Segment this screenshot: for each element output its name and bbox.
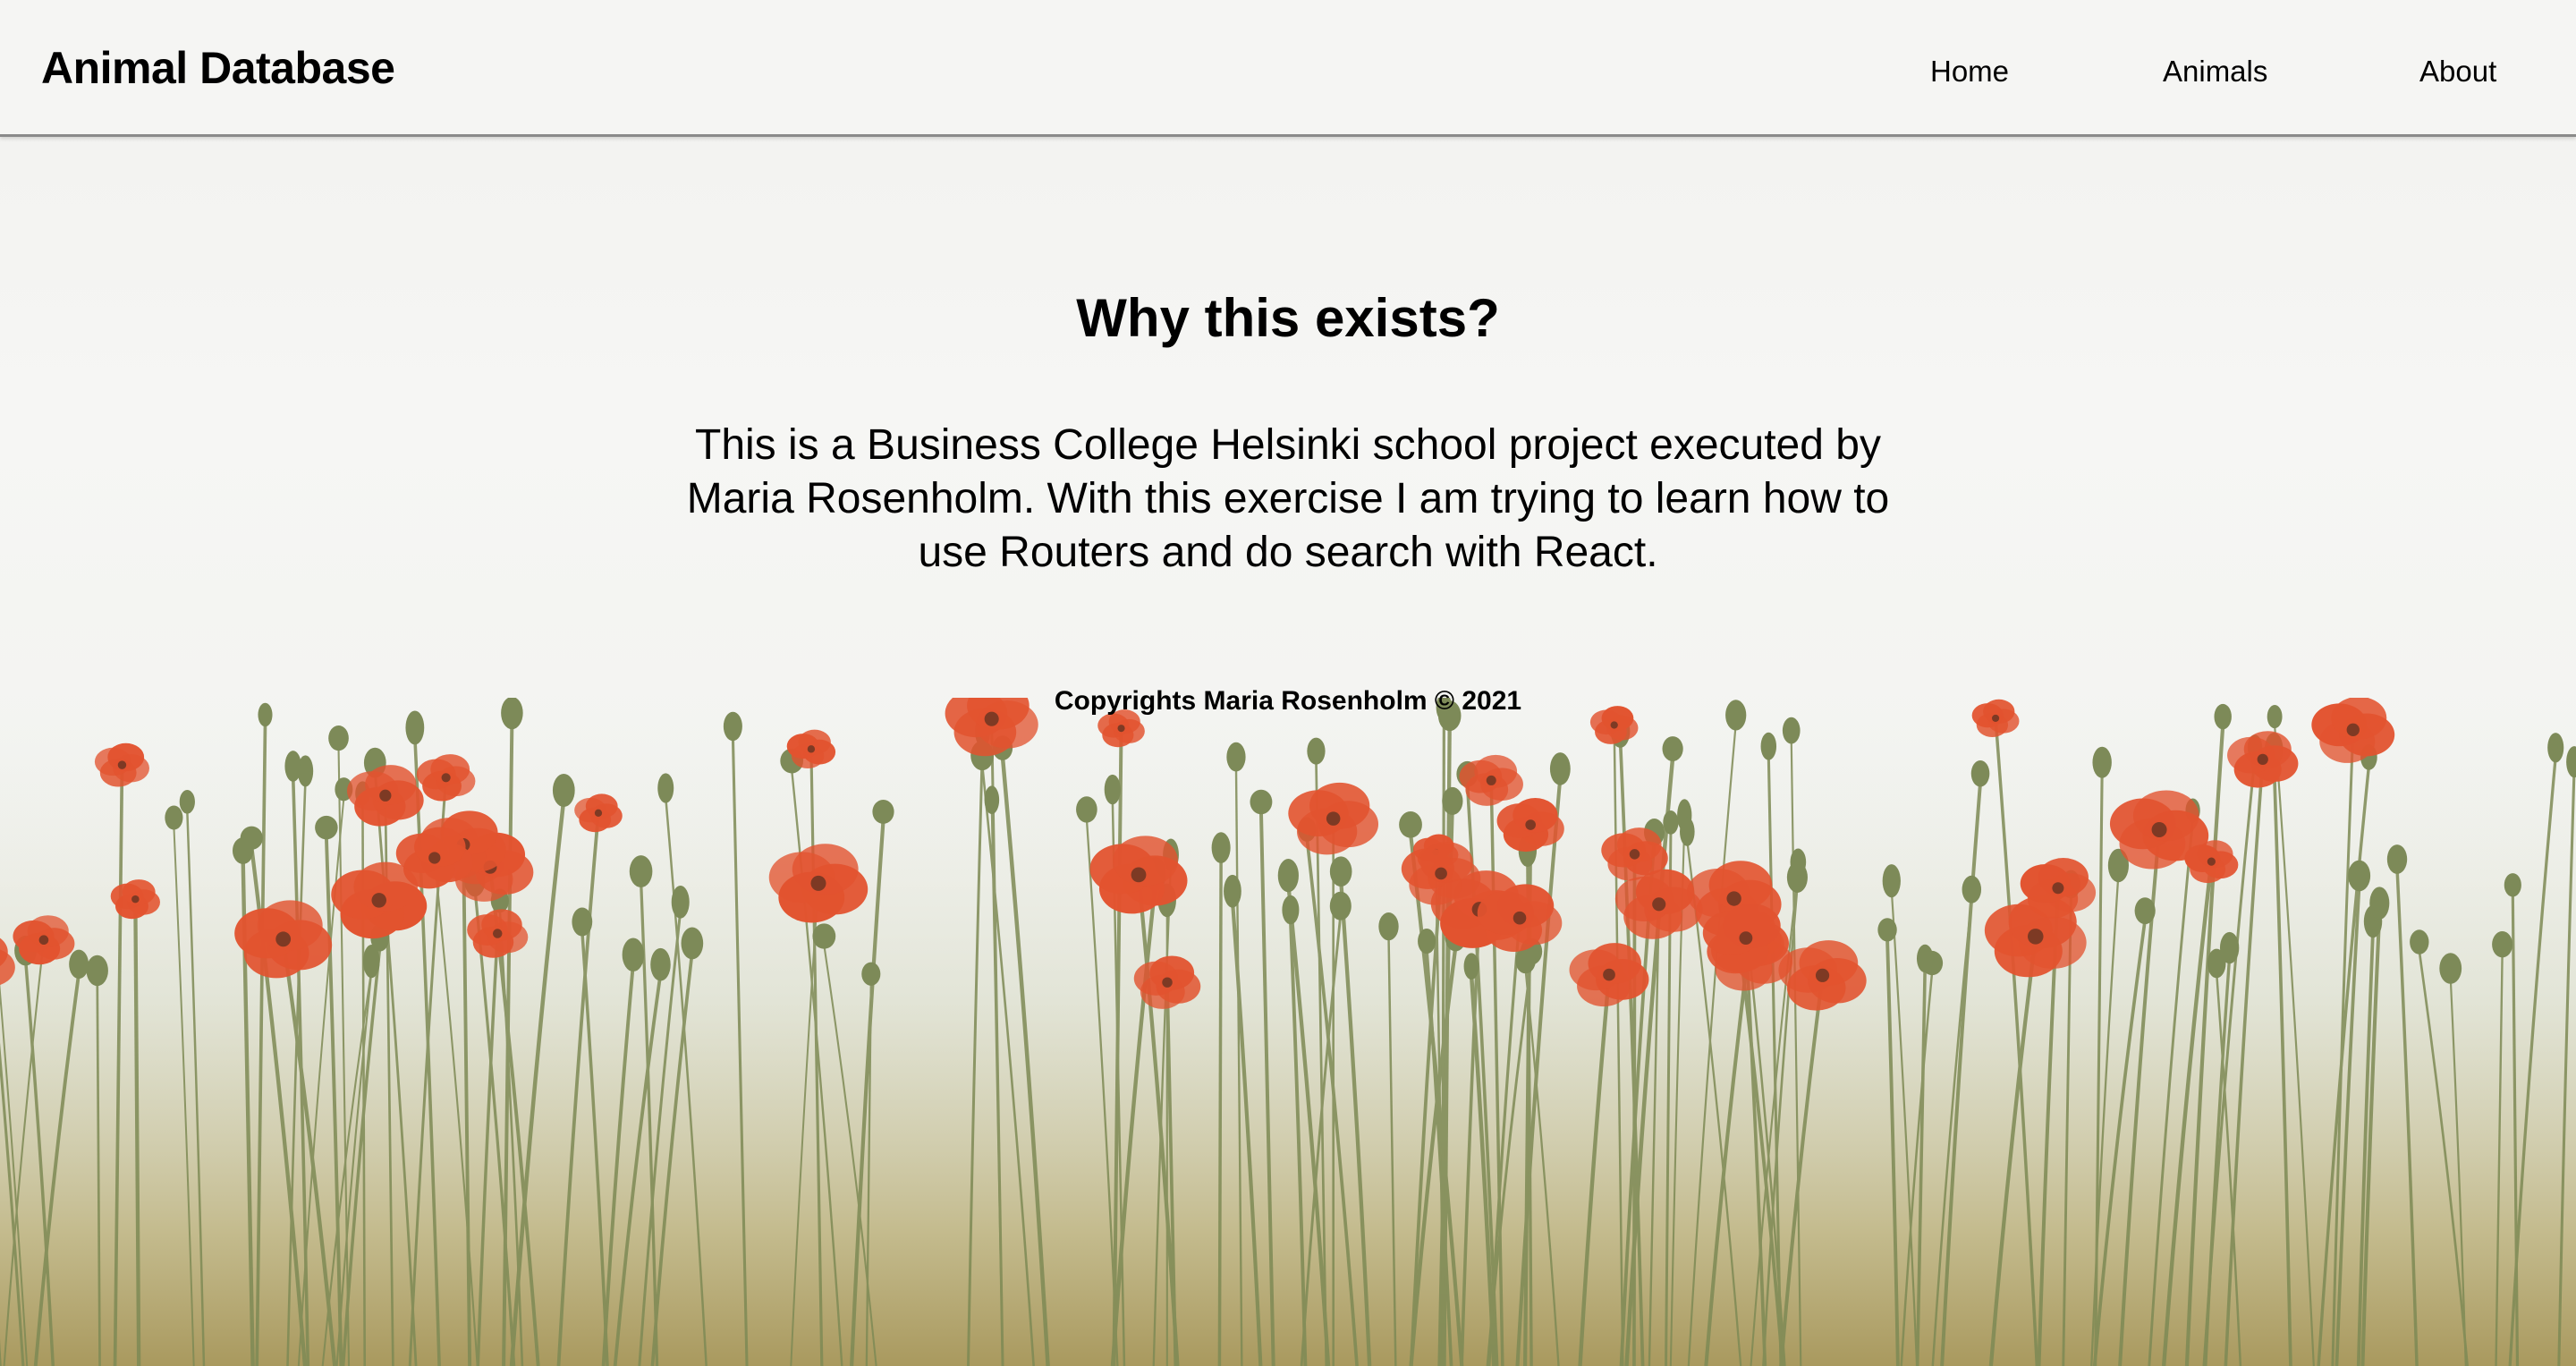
nav-animals-link[interactable]: Animals [2163, 52, 2267, 91]
about-page: Animal Database Home Animals About Why t… [0, 0, 2576, 1366]
page-heading: Why this exists? [1076, 288, 1500, 348]
nav-about-link[interactable]: About [2419, 52, 2496, 91]
project-description: This is a Business College Helsinki scho… [686, 421, 1890, 576]
poppy-field-background [0, 698, 2576, 1366]
nav-home-link[interactable]: Home [1930, 52, 2009, 91]
site-header: Animal Database Home Animals About [0, 0, 2576, 137]
copyright-footer: Copyrights Maria Rosenholm © 2021 [1054, 686, 1522, 716]
main-nav: Home Animals About [0, 52, 2576, 97]
